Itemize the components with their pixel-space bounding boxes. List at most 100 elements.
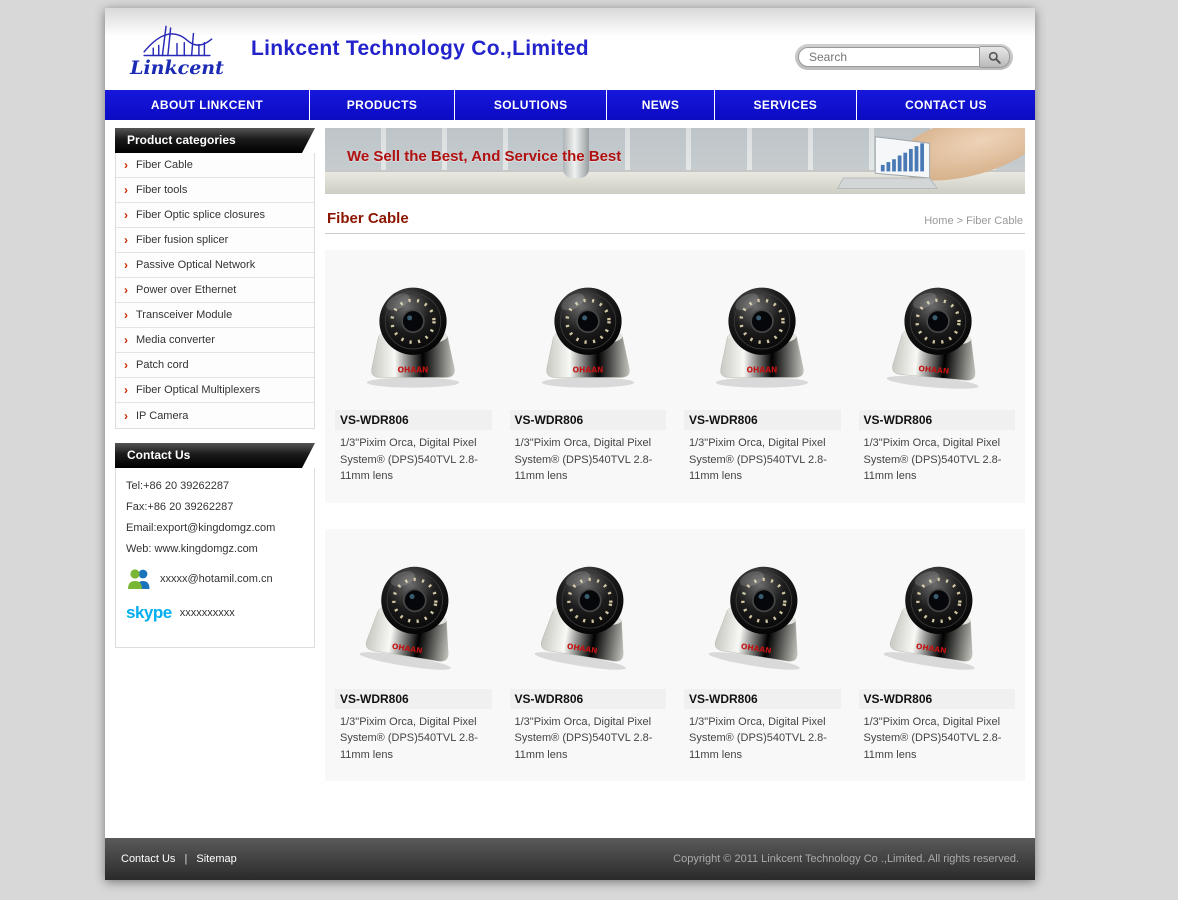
msn-messenger-icon bbox=[126, 567, 152, 591]
chevron-right-icon: › bbox=[124, 209, 128, 221]
product-name[interactable]: VS-WDR806 bbox=[684, 689, 841, 709]
bridge-logo-icon bbox=[140, 19, 214, 61]
page-title: Fiber Cable bbox=[327, 210, 409, 227]
breadcrumb-separator: > bbox=[957, 215, 963, 227]
logo[interactable]: Linkcent bbox=[117, 19, 237, 79]
product-categories-header: Product categories bbox=[115, 128, 315, 153]
product-card[interactable]: VS-WDR806 1/3"Pixim Orca, Digital Pixel … bbox=[508, 537, 669, 772]
chevron-right-icon: › bbox=[124, 410, 128, 422]
chevron-right-icon: › bbox=[124, 159, 128, 171]
product-name[interactable]: VS-WDR806 bbox=[684, 410, 841, 430]
product-description: 1/3"Pixim Orca, Digital Pixel System® (D… bbox=[335, 714, 492, 770]
product-description: 1/3"Pixim Orca, Digital Pixel System® (D… bbox=[859, 714, 1016, 770]
chevron-right-icon: › bbox=[124, 259, 128, 271]
product-description: 1/3"Pixim Orca, Digital Pixel System® (D… bbox=[684, 714, 841, 770]
product-card[interactable]: VS-WDR806 1/3"Pixim Orca, Digital Pixel … bbox=[333, 537, 494, 772]
category-label: Fiber Cable bbox=[136, 159, 193, 171]
sidebar-item-transceiver-module[interactable]: › Transceiver Module bbox=[116, 303, 314, 328]
sidebar: Product categories › Fiber Cable › Fiber t… bbox=[115, 128, 315, 648]
product-image-dome-camera bbox=[510, 539, 667, 685]
chevron-right-icon: › bbox=[124, 234, 128, 246]
banner-laptop-chart bbox=[789, 134, 939, 192]
footer-link-divider: | bbox=[184, 853, 187, 865]
chevron-right-icon: › bbox=[124, 334, 128, 346]
category-label: Transceiver Module bbox=[136, 309, 232, 321]
footer-contact-link[interactable]: Contact Us bbox=[121, 853, 175, 865]
contact-tel: Tel:+86 20 39262287 bbox=[126, 480, 304, 492]
chevron-right-icon: › bbox=[124, 309, 128, 321]
category-list: › Fiber Cable › Fiber tools › Fiber Optic s… bbox=[115, 153, 315, 429]
contact-fax: Fax:+86 20 39262287 bbox=[126, 501, 304, 513]
product-name[interactable]: VS-WDR806 bbox=[510, 410, 667, 430]
main-nav: ABOUT LINKCENT PRODUCTS SOLUTIONS NEWS S… bbox=[105, 90, 1035, 120]
sidebar-item-fusion-splicer[interactable]: › Fiber fusion splicer bbox=[116, 228, 314, 253]
product-description: 1/3"Pixim Orca, Digital Pixel System® (D… bbox=[335, 435, 492, 491]
chevron-right-icon: › bbox=[124, 284, 128, 296]
sidebar-item-patch-cord[interactable]: ›Patch cord bbox=[116, 353, 314, 378]
contact-box: Tel:+86 20 39262287 Fax:+86 20 39262287 … bbox=[115, 468, 315, 648]
sidebar-item-fiber-tools[interactable]: › Fiber tools bbox=[116, 178, 314, 203]
msn-row: xxxxx@hotamil.com.cn bbox=[126, 567, 304, 591]
chevron-right-icon: › bbox=[124, 184, 128, 196]
category-label: Fiber tools bbox=[136, 184, 187, 196]
product-card[interactable]: VS-WDR806 1/3"Pixim Orca, Digital Pixel … bbox=[333, 258, 494, 493]
nav-services[interactable]: SERVICES bbox=[714, 90, 856, 120]
footer-sitemap-link[interactable]: Sitemap bbox=[196, 853, 236, 865]
site-footer: Contact Us | Sitemap Copyright © 2011 Li… bbox=[105, 838, 1035, 880]
product-card[interactable]: VS-WDR806 1/3"Pixim Orca, Digital Pixel … bbox=[682, 537, 843, 772]
sidebar-item-fiber-cable[interactable]: › Fiber Cable bbox=[116, 153, 314, 178]
product-name[interactable]: VS-WDR806 bbox=[859, 410, 1016, 430]
title-divider bbox=[325, 233, 1025, 234]
product-image-dome-camera bbox=[859, 260, 1016, 406]
product-image-dome-camera bbox=[335, 260, 492, 406]
product-row-1: VS-WDR806 1/3"Pixim Orca, Digital Pixel … bbox=[325, 250, 1025, 503]
sidebar-item-power-over-ethernet[interactable]: › Power over Ethernet bbox=[116, 278, 314, 303]
skype-logo: skype bbox=[126, 603, 172, 623]
sidebar-item-fiber-optical-multiplexers[interactable]: ›Fiber Optical Multiplexers bbox=[116, 378, 314, 403]
search-button[interactable] bbox=[980, 46, 1010, 68]
product-description: 1/3"Pixim Orca, Digital Pixel System® (D… bbox=[510, 714, 667, 770]
nav-products[interactable]: PRODUCTS bbox=[309, 90, 454, 120]
product-image-dome-camera bbox=[859, 539, 1016, 685]
product-name[interactable]: VS-WDR806 bbox=[335, 689, 492, 709]
product-image-dome-camera bbox=[335, 539, 492, 685]
product-name[interactable]: VS-WDR806 bbox=[335, 410, 492, 430]
search-input[interactable] bbox=[798, 47, 980, 67]
sidebar-item-media-converter[interactable]: ›Media converter bbox=[116, 328, 314, 353]
product-card[interactable]: VS-WDR806 1/3"Pixim Orca, Digital Pixel … bbox=[682, 258, 843, 493]
skype-account: xxxxxxxxxx bbox=[180, 607, 235, 619]
main-content: We Sell the Best, And Service the Best F… bbox=[325, 128, 1025, 807]
product-description: 1/3"Pixim Orca, Digital Pixel System® (D… bbox=[510, 435, 667, 491]
skype-row: skype xxxxxxxxxx bbox=[126, 603, 304, 623]
product-name[interactable]: VS-WDR806 bbox=[859, 689, 1016, 709]
product-image-dome-camera bbox=[510, 260, 667, 406]
banner-slogan: We Sell the Best, And Service the Best bbox=[347, 148, 621, 165]
sidebar-item-passive-optical-network[interactable]: › Passive Optical Network bbox=[116, 253, 314, 278]
content-area: Product categories › Fiber Cable › Fiber t… bbox=[105, 120, 1035, 838]
category-label: IP Camera bbox=[136, 410, 188, 422]
breadcrumb-current: Fiber Cable bbox=[966, 215, 1023, 227]
nav-about[interactable]: ABOUT LINKCENT bbox=[105, 90, 309, 120]
breadcrumb: Home > Fiber Cable bbox=[924, 215, 1023, 227]
sidebar-item-splice-closures[interactable]: › Fiber Optic splice closures bbox=[116, 203, 314, 228]
product-name[interactable]: VS-WDR806 bbox=[510, 689, 667, 709]
breadcrumb-home-link[interactable]: Home bbox=[924, 215, 953, 227]
product-description: 1/3"Pixim Orca, Digital Pixel System® (D… bbox=[859, 435, 1016, 491]
product-card[interactable]: VS-WDR806 1/3"Pixim Orca, Digital Pixel … bbox=[508, 258, 669, 493]
product-description: 1/3"Pixim Orca, Digital Pixel System® (D… bbox=[684, 435, 841, 491]
site-header: Linkcent Linkcent Technology Co.,Limited bbox=[105, 8, 1035, 90]
category-label: Fiber Optic splice closures bbox=[136, 209, 265, 221]
product-card[interactable]: VS-WDR806 1/3"Pixim Orca, Digital Pixel … bbox=[857, 258, 1018, 493]
category-label: Power over Ethernet bbox=[136, 284, 236, 296]
category-label: Fiber fusion splicer bbox=[136, 234, 228, 246]
search-icon bbox=[988, 51, 1001, 64]
sidebar-item-ip-camera[interactable]: › IP Camera bbox=[116, 403, 314, 428]
nav-solutions[interactable]: SOLUTIONS bbox=[454, 90, 606, 120]
chevron-right-icon: › bbox=[124, 384, 128, 396]
search-bar bbox=[795, 44, 1013, 70]
product-card[interactable]: VS-WDR806 1/3"Pixim Orca, Digital Pixel … bbox=[857, 537, 1018, 772]
nav-contact[interactable]: CONTACT US bbox=[856, 90, 1035, 120]
category-label: Passive Optical Network bbox=[136, 259, 255, 271]
page-container: Linkcent Linkcent Technology Co.,Limited… bbox=[105, 0, 1035, 880]
nav-news[interactable]: NEWS bbox=[606, 90, 713, 120]
